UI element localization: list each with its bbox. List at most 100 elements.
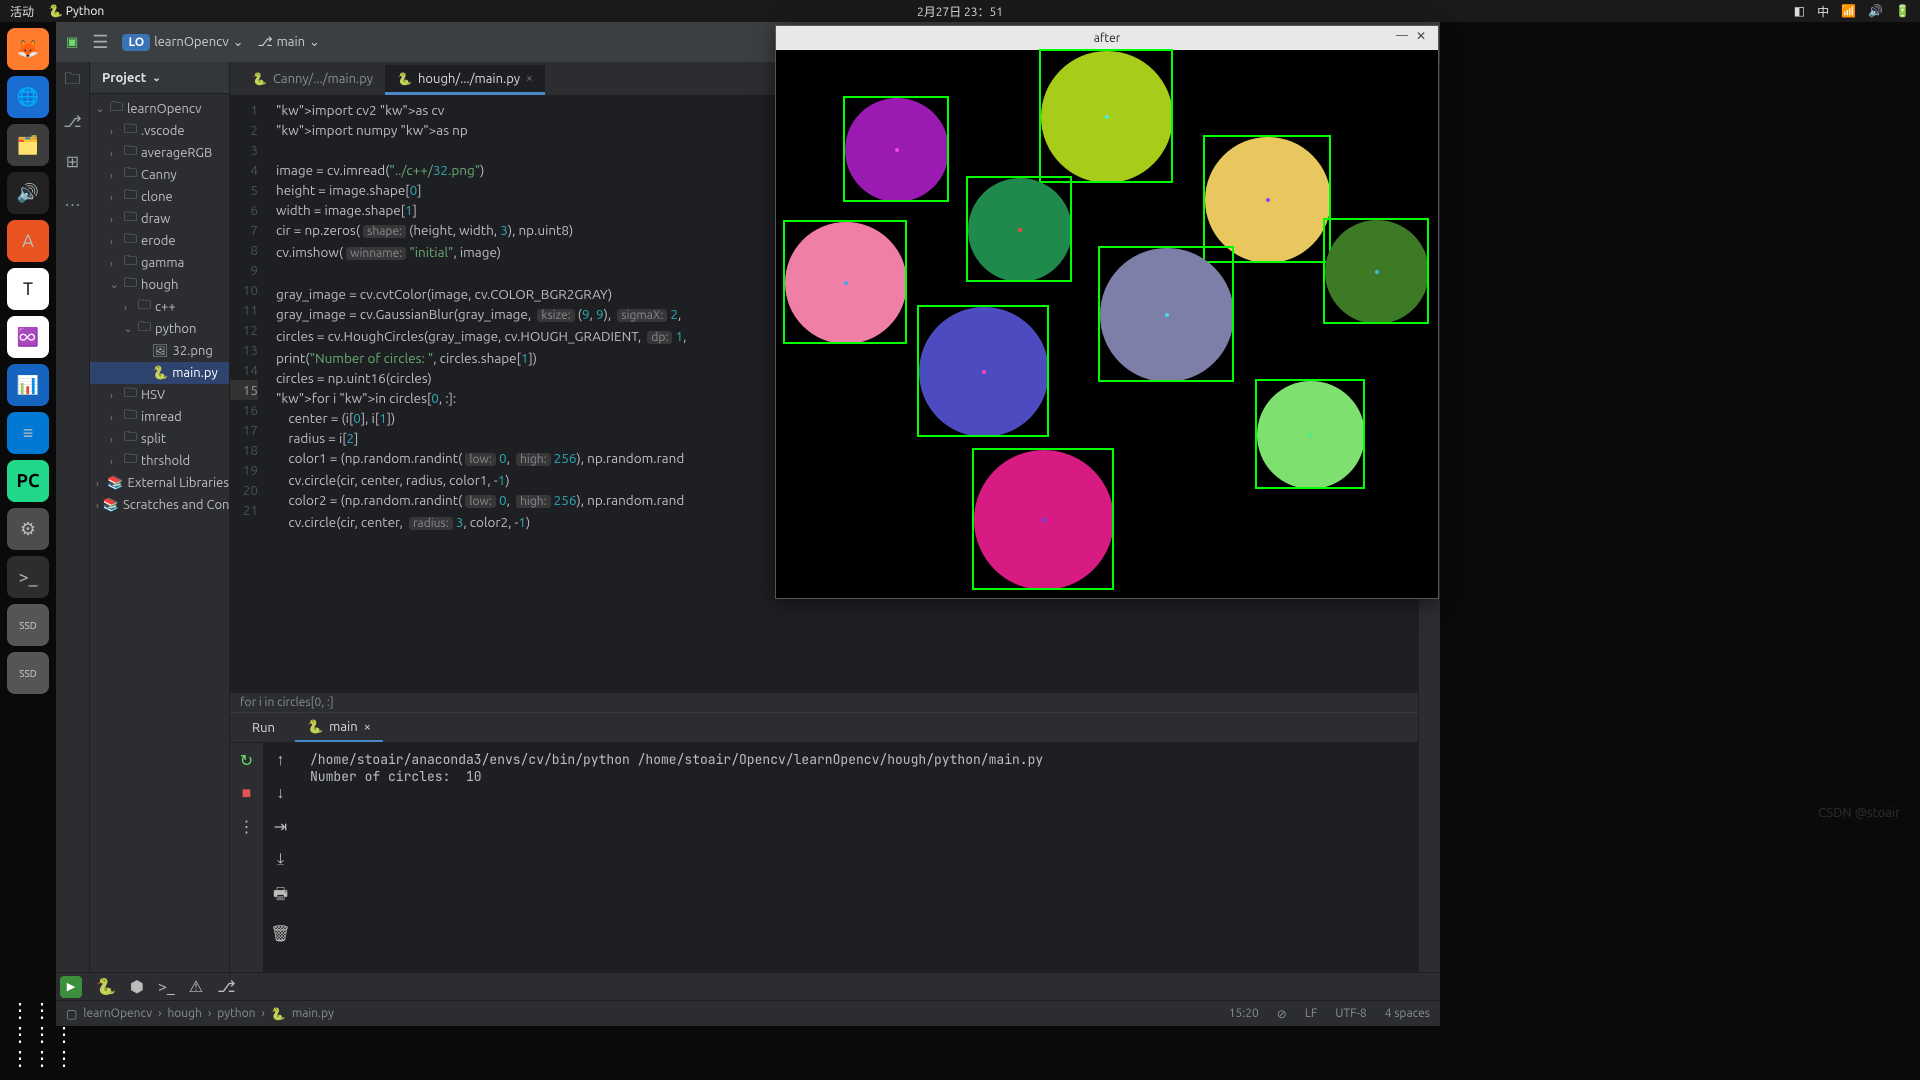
more-tool-icon[interactable]: …	[62, 190, 84, 212]
dock-pycharm[interactable]: PC	[7, 460, 49, 502]
inspect-icon[interactable]: ⊘	[1277, 1007, 1287, 1021]
run-button[interactable]: ▶	[60, 976, 82, 998]
rerun-icon[interactable]: ↻	[240, 751, 253, 770]
print-icon[interactable]: 🖶	[273, 883, 288, 910]
line-numbers: 123456789101112131415161718192021	[230, 96, 266, 692]
close-icon[interactable]: ✕	[1416, 29, 1432, 45]
tree-item[interactable]: 🐍main.py	[90, 362, 229, 384]
tree-item[interactable]: ⌄🗀hough	[90, 274, 229, 296]
tree-item[interactable]: ›🗀imread	[90, 406, 229, 428]
project-tool-icon[interactable]: 🗀	[62, 70, 84, 92]
run-config-tab[interactable]: 🐍 main ×	[295, 714, 383, 742]
close-icon[interactable]: ×	[526, 72, 533, 85]
editor-tab[interactable]: 🐍hough/.../main.py ×	[385, 65, 545, 95]
dock-vscode[interactable]: ≡	[7, 412, 49, 454]
tree-item[interactable]: ›🗀c++	[90, 296, 229, 318]
stop-icon[interactable]: ■	[242, 784, 252, 803]
git-icon[interactable]: ⎇	[217, 977, 235, 996]
center-dot	[1309, 433, 1313, 437]
vcs-tool-icon[interactable]: ⎇	[62, 110, 84, 132]
tree-item[interactable]: ›🗀clone	[90, 186, 229, 208]
tree-item[interactable]: ›🗀erode	[90, 230, 229, 252]
console-output[interactable]: /home/stoair/anaconda3/envs/cv/bin/pytho…	[298, 743, 1418, 972]
terminal-icon[interactable]: >_	[158, 978, 175, 996]
dock-ssd2[interactable]: SSD	[7, 652, 49, 694]
tree-item[interactable]: 🖼32.png	[90, 340, 229, 362]
activities-label[interactable]: 活动	[10, 3, 34, 20]
volume-icon[interactable]: 🔊	[1868, 4, 1883, 18]
dock-edge[interactable]: 🌐	[7, 76, 49, 118]
project-panel: Project ⌄ ⌄🗀learnOpencv›🗀.vscode›🗀averag…	[90, 62, 230, 972]
project-panel-header[interactable]: Project ⌄	[90, 62, 229, 94]
scroll-icon[interactable]: ⤓	[277, 850, 284, 869]
dock-ubuntu-software[interactable]: A	[7, 220, 49, 262]
cv-window-titlebar[interactable]: after — ✕	[776, 26, 1438, 50]
more-icon[interactable]: ⋮	[239, 817, 255, 836]
center-dot	[1375, 270, 1379, 274]
problems-icon[interactable]: ⚠	[189, 977, 203, 996]
tree-item[interactable]: ›🗀draw	[90, 208, 229, 230]
tree-item[interactable]: ›🗀HSV	[90, 384, 229, 406]
bottom-tool-strip: ▶ 🐍 ⬢ >_ ⚠ ⎇	[56, 972, 1440, 1000]
battery-icon[interactable]: 🔋	[1895, 4, 1910, 18]
center-dot	[1018, 228, 1022, 232]
tree-item[interactable]: ›🗀.vscode	[90, 120, 229, 142]
indent-setting[interactable]: 4 spaces	[1385, 1007, 1430, 1020]
tree-item[interactable]: ⌄🗀learnOpencv	[90, 98, 229, 120]
cursor-position[interactable]: 15:20	[1229, 1007, 1259, 1020]
dock-rhythmbox[interactable]: 🔊	[7, 172, 49, 214]
center-dot	[895, 148, 899, 152]
cv-output-window[interactable]: after — ✕	[775, 25, 1439, 599]
tree-item[interactable]: ›🗀Canny	[90, 164, 229, 186]
ide-logo-icon: ▣	[66, 35, 78, 50]
status-bar: ▢ learnOpencv› hough› python› 🐍main.py 1…	[56, 1000, 1440, 1026]
dock-files[interactable]: 🗂️	[7, 124, 49, 166]
ime-indicator[interactable]: 中	[1817, 3, 1829, 20]
minimize-icon[interactable]: —	[1396, 29, 1412, 45]
dock-settings[interactable]: ⚙	[7, 508, 49, 550]
branch-selector[interactable]: ⎇ main ⌄	[258, 35, 320, 50]
dock-app[interactable]: ♾️	[7, 316, 49, 358]
project-tree[interactable]: ⌄🗀learnOpencv›🗀.vscode›🗀averageRGB›🗀Cann…	[90, 94, 229, 972]
dock-terminal[interactable]: >_	[7, 556, 49, 598]
python-console-icon[interactable]: 🐍	[96, 977, 116, 996]
services-icon[interactable]: ⬢	[130, 977, 144, 996]
tree-item[interactable]: ›📚Scratches and Consoles	[90, 494, 229, 516]
center-dot	[1266, 198, 1270, 202]
tree-item[interactable]: ›🗀split	[90, 428, 229, 450]
run-toolbar: ↻ ■ ⋮	[230, 743, 264, 972]
close-icon[interactable]: ×	[364, 720, 371, 734]
center-dot	[844, 281, 848, 285]
run-tab[interactable]: Run	[240, 714, 287, 742]
main-menu-icon[interactable]: ☰	[92, 32, 108, 53]
project-selector[interactable]: LO learnOpencv ⌄	[122, 34, 243, 51]
dock-firefox[interactable]: 🦊	[7, 28, 49, 70]
dock-text[interactable]: T	[7, 268, 49, 310]
wifi-icon[interactable]: 📶	[1841, 4, 1856, 18]
tree-item[interactable]: ›🗀averageRGB	[90, 142, 229, 164]
trash-icon[interactable]: 🗑	[270, 924, 290, 943]
clock[interactable]: 2月27日 23：51	[917, 3, 1003, 20]
desktop-dock: 🦊 🌐 🗂️ 🔊 A T ♾️ 📊 ≡ PC ⚙ >_ SSD SSD	[4, 28, 52, 694]
breadcrumbs[interactable]: ▢ learnOpencv› hough› python› 🐍main.py	[66, 1007, 334, 1021]
dock-screenshot[interactable]: 📊	[7, 364, 49, 406]
wrap-icon[interactable]: ⇥	[274, 817, 287, 836]
tree-item[interactable]: ›🗀gamma	[90, 252, 229, 274]
cv-window-title: after	[1094, 32, 1121, 45]
center-dot	[1042, 518, 1046, 522]
center-dot	[1105, 115, 1109, 119]
file-encoding[interactable]: UTF-8	[1335, 1007, 1366, 1020]
dock-ssd1[interactable]: SSD	[7, 604, 49, 646]
editor-tab[interactable]: 🐍Canny/.../main.py	[240, 65, 385, 95]
context-line: for i in circles[0, :]	[230, 692, 1418, 712]
tree-item[interactable]: ›📚External Libraries	[90, 472, 229, 494]
tree-item[interactable]: ›🗀thrshold	[90, 450, 229, 472]
run-toolbar-2: ↑ ↓ ⇥ ⤓ 🖶 🗑	[264, 743, 298, 972]
up-icon[interactable]: ↑	[277, 751, 285, 770]
tray-icon[interactable]: ◧	[1794, 4, 1805, 18]
down-icon[interactable]: ↓	[277, 784, 285, 803]
line-ending[interactable]: LF	[1305, 1007, 1317, 1020]
tree-item[interactable]: ⌄🗀python	[90, 318, 229, 340]
run-panel: Run 🐍 main × ↻ ■ ⋮ ↑ ↓ ⇥ ⤓ 🖶	[230, 712, 1418, 972]
structure-tool-icon[interactable]: ⊞	[62, 150, 84, 172]
